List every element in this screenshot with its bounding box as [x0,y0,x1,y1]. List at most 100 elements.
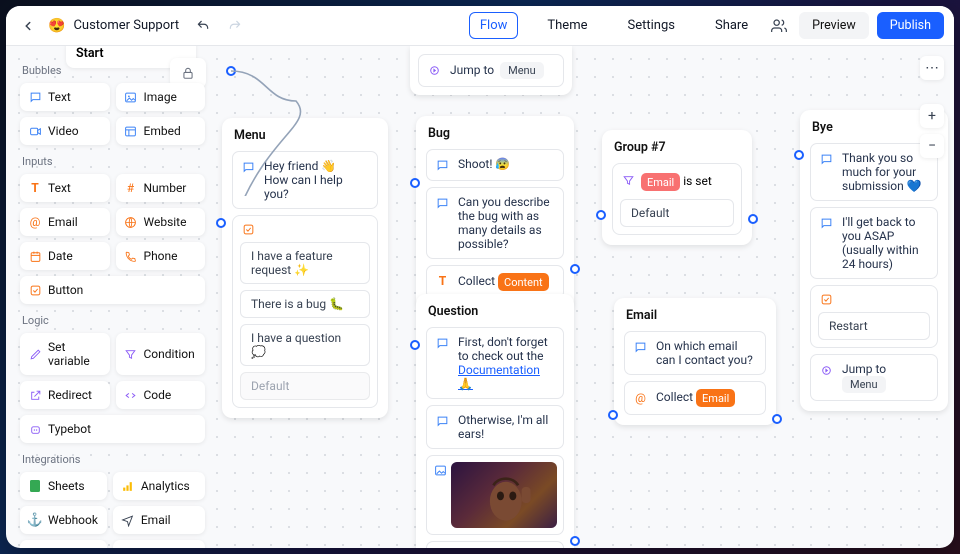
chevron-left-icon [21,19,35,33]
group-title[interactable]: Question [428,304,564,319]
group-title[interactable]: Email [626,308,766,323]
palette-input-button[interactable]: Button [20,276,205,304]
tab-theme[interactable]: Theme [536,12,598,39]
port[interactable] [608,410,618,420]
zoom-in-button[interactable]: + [920,104,944,128]
undo-button[interactable] [191,14,215,38]
choice-default[interactable]: Default [240,372,370,400]
palette-logic-setvariable[interactable]: Set variable [20,333,110,375]
palette-integ-email[interactable]: Email [113,506,205,534]
zoom-out-button[interactable]: − [920,134,944,158]
port[interactable] [772,414,782,424]
tab-flow[interactable]: Flow [469,12,519,39]
palette-logic-code[interactable]: Code [116,381,206,409]
group-title[interactable]: Bug [428,126,564,141]
collect-input[interactable]: @Collect Email [624,381,766,415]
palette-integ-analytics[interactable]: Analytics [113,472,205,500]
bot-emoji: 😍 [48,18,65,34]
port[interactable] [794,150,804,160]
palette-logic-condition[interactable]: Condition [116,333,206,375]
at-icon: @ [633,390,648,405]
palette-bubble-embed[interactable]: Embed [116,117,206,145]
collaborators-button[interactable] [767,14,791,38]
bubble-text[interactable]: First, don't forget to check out the Doc… [426,327,564,399]
port[interactable] [226,66,236,76]
checkbox-icon [28,283,42,297]
palette-logic-typebot[interactable]: Typebot [20,415,205,443]
group-email[interactable]: Email On which email can I contact you? … [614,298,776,425]
bubble-text[interactable]: Shoot! 😰 [426,149,564,181]
bubble-text[interactable]: Hey friend 👋How can I help you? [232,151,378,209]
buttons-block[interactable]: I have a feature request ✨ There is a bu… [232,215,378,408]
variable-tag: Email [696,389,735,407]
image-icon [433,463,448,478]
flow-canvas[interactable]: Start Bubbles Text Image Video Embed Inp… [6,46,954,548]
topbar: 😍 Customer Support Flow Theme Settings S… [6,6,954,46]
app-frame: 😍 Customer Support Flow Theme Settings S… [6,6,954,548]
port[interactable] [596,210,606,220]
jump-to-row[interactable]: Jump to Menu [418,54,564,87]
chat-icon [435,414,450,429]
group-7[interactable]: Group #7 Email is set Default [602,130,752,245]
port[interactable] [410,178,420,188]
more-button[interactable]: ⋯ [920,56,944,80]
group-bug[interactable]: Bug Shoot! 😰 Can you describe the bug wi… [416,116,574,309]
checkbox-icon [242,223,370,236]
bubble-text[interactable]: Thank you so much for your submission 💙 [810,143,938,201]
bot-title[interactable]: Customer Support [73,18,179,33]
collect-input[interactable]: 𝐓Collect Content [426,541,564,548]
choice-question[interactable]: I have a question 💭 [240,324,370,366]
documentation-link[interactable]: Documentation 🙏 [458,363,540,391]
port[interactable] [216,218,226,228]
palette-bubble-text[interactable]: Text [20,83,110,111]
buttons-block[interactable]: Restart [810,285,938,348]
group-menu[interactable]: Menu Hey friend 👋How can I help you? I h… [222,118,388,418]
palette-integ-zapier[interactable]: ✱Zapier [20,540,107,548]
redo-button[interactable] [223,14,247,38]
palette-input-text[interactable]: 𝐓Text [20,174,110,202]
bubble-text[interactable]: On which email can I contact you? [624,331,766,375]
bubble-text[interactable]: I'll get back to you ASAP (usually withi… [810,207,938,279]
choice-bug[interactable]: There is a bug 🐛 [240,290,370,318]
hash-icon: # [124,181,138,195]
globe-icon [124,215,138,229]
back-button[interactable] [16,14,40,38]
tab-share[interactable]: Share [704,12,759,39]
palette-logic-redirect[interactable]: Redirect [20,381,110,409]
publish-button[interactable]: Publish [877,12,944,39]
choice-feature[interactable]: I have a feature request ✨ [240,242,370,284]
palette-input-number[interactable]: #Number [116,174,206,202]
group-title[interactable]: Menu [234,128,378,143]
palette-input-website[interactable]: Website [116,208,206,236]
webhook-icon: ⚓ [28,513,42,527]
palette-integ-make[interactable]: ///Make.com [113,540,205,548]
jump-to-row[interactable]: Jump to Menu [810,354,938,401]
make-icon: /// [121,547,135,548]
port[interactable] [570,264,580,274]
condition-default[interactable]: Default [620,199,734,227]
palette-bubble-image[interactable]: Image [116,83,206,111]
palette-integ-sheets[interactable]: Sheets [20,472,107,500]
group-title[interactable]: Group #7 [614,140,742,155]
filter-icon [622,174,635,187]
bot-icon [28,422,42,436]
palette-input-phone[interactable]: Phone [116,242,206,270]
preview-button[interactable]: Preview [799,12,869,39]
bubble-image[interactable] [426,455,564,535]
bubble-text[interactable]: Otherwise, I'm all ears! [426,405,564,449]
tab-settings[interactable]: Settings [617,12,686,39]
choice-restart[interactable]: Restart [818,312,930,340]
port[interactable] [570,536,580,546]
palette-input-email[interactable]: @Email [20,208,110,236]
fragment-jumpto[interactable]: Jump to Menu [410,46,572,95]
palette-input-date[interactable]: Date [20,242,110,270]
chat-icon [819,216,834,231]
port[interactable] [410,340,420,350]
condition-block[interactable]: Email is set Default [612,163,742,235]
port[interactable] [748,214,758,224]
palette-bubble-video[interactable]: Video [20,117,110,145]
group-question[interactable]: Question First, don't forget to check ou… [416,294,574,548]
variable-tag: Email [641,173,680,191]
palette-integ-webhook[interactable]: ⚓Webhook [20,506,107,534]
bubble-text[interactable]: Can you describe the bug with as many de… [426,187,564,259]
